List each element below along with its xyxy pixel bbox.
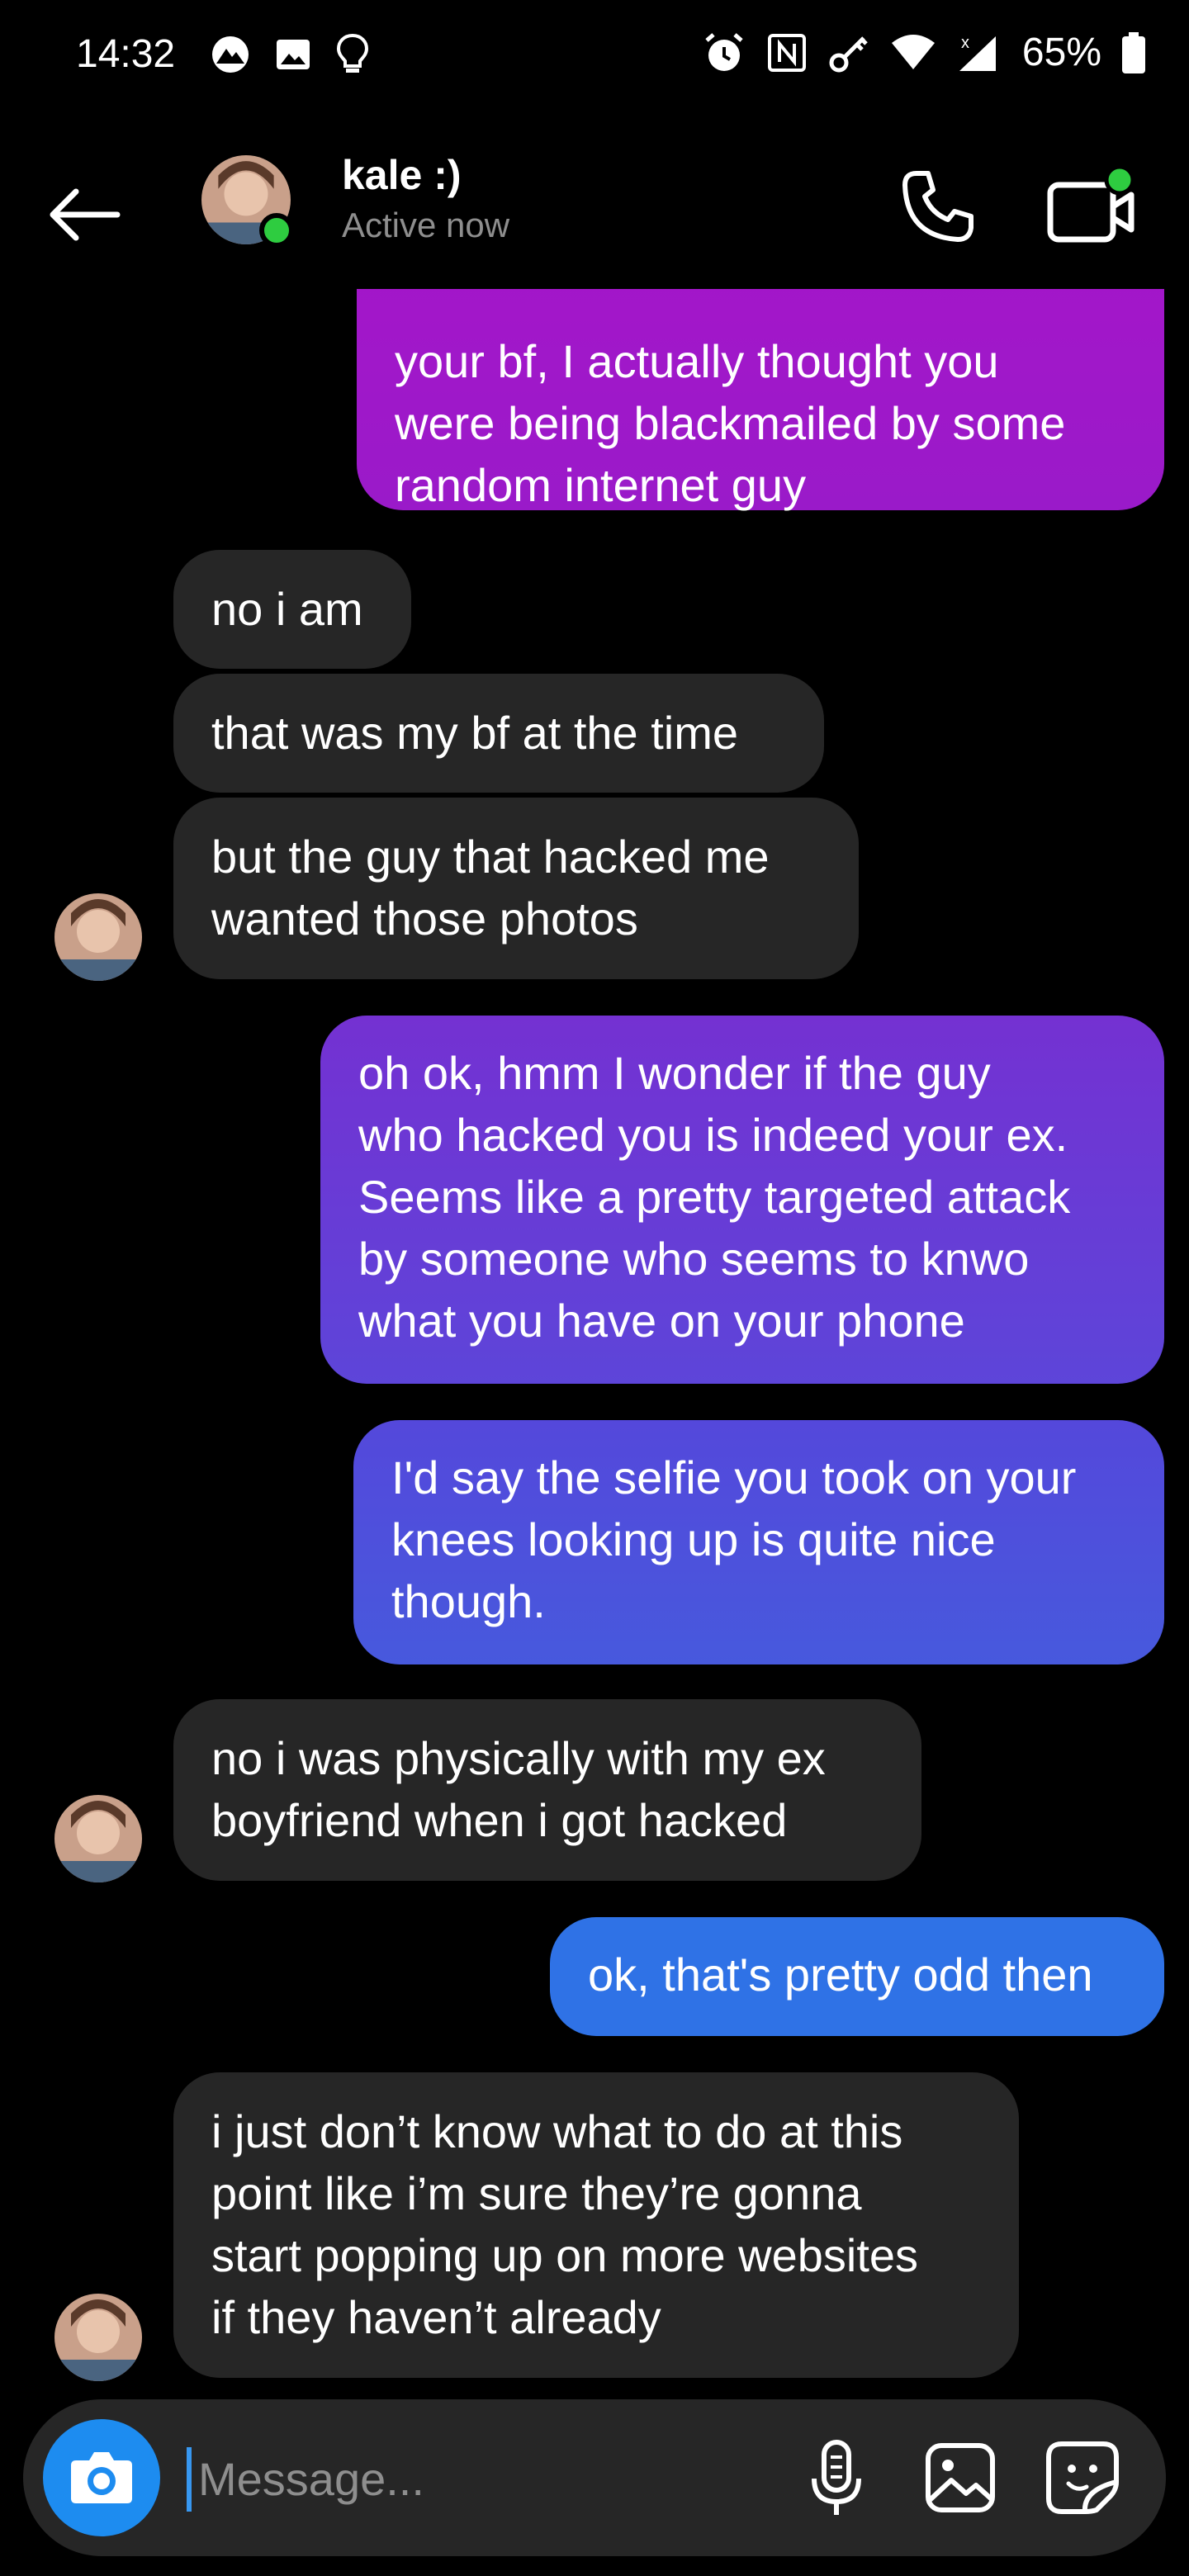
message-thread[interactable]: your bf, I actually thought you were bei… — [0, 281, 1189, 2394]
message-bubble-sent[interactable]: oh ok, hmm I wonder if the guy who hacke… — [320, 1016, 1164, 1384]
message-bubble-sent[interactable]: I'd say the selfie you took on your knee… — [353, 1420, 1164, 1664]
svg-text:x: x — [961, 34, 969, 52]
lightbulb-icon — [336, 33, 369, 73]
voice-call-button[interactable] — [898, 167, 978, 246]
message-bubble-received[interactable]: no i am — [173, 550, 411, 669]
message-composer — [23, 2399, 1166, 2556]
message-bubble-sent[interactable]: ok, that's pretty odd then — [550, 1917, 1164, 2036]
active-status: Active now — [342, 206, 510, 244]
contact-avatar[interactable] — [54, 1795, 142, 1882]
camera-button[interactable] — [43, 2419, 160, 2536]
message-bubble-received[interactable]: but the guy that hacked me wanted those … — [173, 798, 859, 979]
video-camera-icon — [1047, 164, 1135, 243]
message-bubble-received[interactable]: that was my bf at the time — [173, 674, 824, 793]
gallery-button[interactable] — [915, 2432, 1006, 2523]
notification-icons — [210, 33, 370, 76]
voice-message-button[interactable] — [791, 2432, 882, 2523]
back-arrow-icon — [50, 188, 121, 241]
key-icon — [829, 36, 868, 73]
sticker-icon — [1046, 2441, 1119, 2514]
contact-avatar[interactable] — [54, 2294, 142, 2381]
message-bubble-received[interactable]: i just don’t know what to do at this poi… — [173, 2072, 1019, 2378]
status-time: 14:32 — [76, 32, 176, 76]
sticker-button[interactable] — [1037, 2432, 1128, 2523]
wifi-icon — [891, 35, 935, 69]
header-avatar[interactable] — [201, 155, 294, 248]
nfc-icon — [767, 34, 806, 72]
alarm-icon — [705, 33, 743, 71]
avatar-image — [54, 2294, 142, 2381]
message-bubble-sent[interactable]: your bf, I actually thought you were bei… — [357, 281, 1164, 511]
system-icons: x 65% — [702, 30, 1146, 76]
avatar-image — [54, 1795, 142, 1882]
video-call-button[interactable] — [1045, 162, 1138, 254]
avatar-image — [54, 893, 142, 981]
status-bar: 14:32 x 65% — [0, 0, 1189, 116]
chat-header: kale :) Active now — [0, 116, 1189, 289]
cellular-signal-icon: x — [959, 34, 996, 71]
microphone-icon — [812, 2440, 861, 2515]
camera-icon — [71, 2452, 132, 2503]
contact-name[interactable]: kale :) — [342, 150, 462, 200]
online-indicator — [259, 213, 294, 248]
back-button[interactable] — [45, 173, 127, 256]
message-bubble-received[interactable]: no i was physically with my ex boyfriend… — [173, 1699, 921, 1881]
battery-percentage: 65% — [1021, 31, 1101, 74]
message-input[interactable] — [198, 2439, 776, 2518]
mountain-notification-icon — [212, 36, 249, 73]
image-notification-icon — [277, 40, 310, 69]
phone-icon — [902, 171, 973, 242]
text-cursor — [187, 2447, 192, 2512]
contact-avatar[interactable] — [54, 893, 142, 981]
gallery-icon — [926, 2443, 995, 2512]
battery-icon — [1122, 32, 1145, 73]
